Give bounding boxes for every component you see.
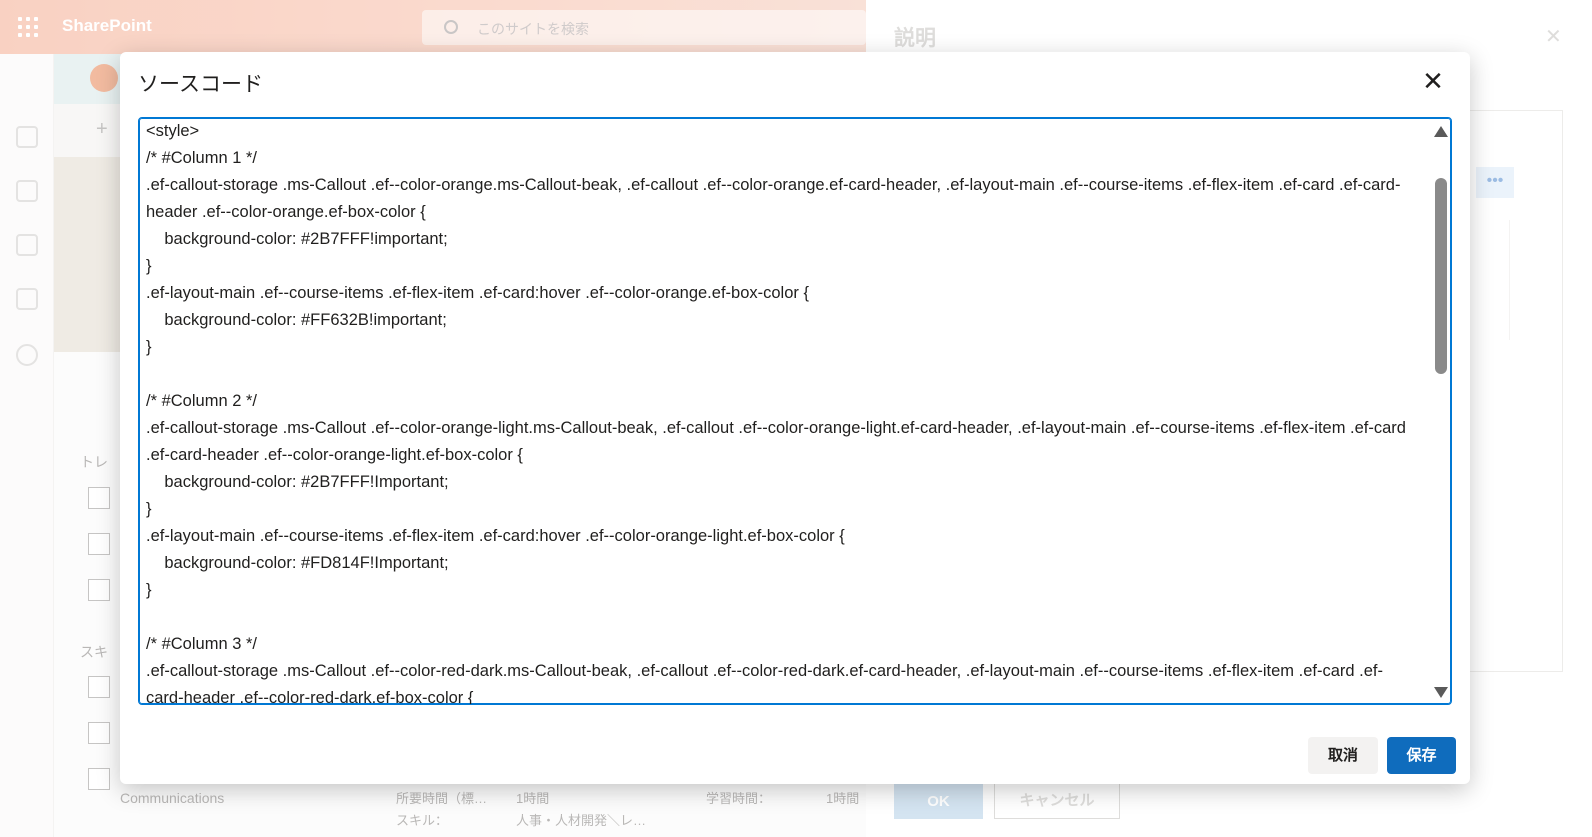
scrollbar-thumb[interactable] xyxy=(1435,178,1447,374)
code-line: /* #Column 3 */ xyxy=(146,635,257,653)
code-line: <style> xyxy=(146,122,200,140)
code-line: .ef-callout-storage .ms-Callout .ef--col… xyxy=(146,662,1383,705)
code-line: .ef-callout-storage .ms-Callout .ef--col… xyxy=(146,419,1411,464)
code-line: background-color: #2B7FFF!Important; xyxy=(146,473,449,491)
code-line: } xyxy=(146,257,152,275)
save-button[interactable]: 保存 xyxy=(1387,737,1456,774)
code-line: background-color: #FD814F!Important; xyxy=(146,554,449,572)
code-line: } xyxy=(146,581,152,599)
code-line: } xyxy=(146,500,152,518)
code-line: } xyxy=(146,338,152,356)
scrollbar[interactable] xyxy=(1433,120,1449,704)
dialog-title: ソースコード xyxy=(138,73,263,96)
code-content[interactable]: <style> /* #Column 1 */ .ef-callout-storag… xyxy=(146,118,1416,705)
scroll-up-icon[interactable] xyxy=(1434,126,1448,137)
scroll-down-icon[interactable] xyxy=(1434,687,1448,698)
code-line: background-color: #2B7FFF!important; xyxy=(146,230,448,248)
code-line: .ef-layout-main .ef--course-items .ef-fl… xyxy=(146,284,809,302)
code-line: background-color: #FF632B!important; xyxy=(146,311,447,329)
close-icon[interactable]: ✕ xyxy=(1418,66,1448,96)
code-line: .ef-layout-main .ef--course-items .ef-fl… xyxy=(146,527,845,545)
code-line: /* #Column 1 */ xyxy=(146,149,257,167)
source-code-textarea[interactable]: <style> /* #Column 1 */ .ef-callout-storag… xyxy=(138,117,1452,705)
cancel-button[interactable]: 取消 xyxy=(1308,737,1378,774)
source-code-dialog: ソースコード ✕ <style> /* #Column 1 */ .ef-callo… xyxy=(120,52,1470,784)
code-line: /* #Column 2 */ xyxy=(146,392,257,410)
code-line: .ef-callout-storage .ms-Callout .ef--col… xyxy=(146,176,1401,221)
